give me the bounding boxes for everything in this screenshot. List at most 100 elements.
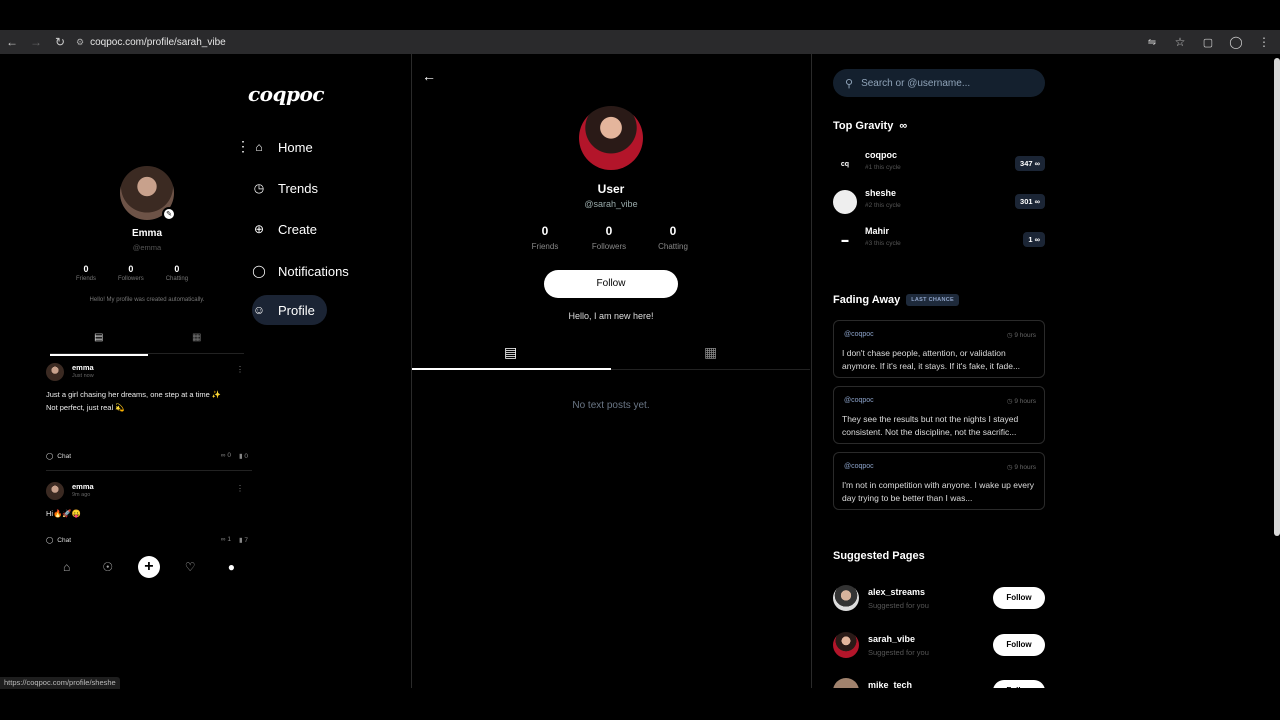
nav-item-profile[interactable]: ☺ Profile: [252, 295, 327, 325]
media-tab-icon[interactable]: ▦: [704, 344, 717, 361]
gravity-name[interactable]: sheshe: [865, 188, 896, 198]
list-item[interactable]: mike_tech Follow: [833, 678, 1045, 688]
fading-post-card[interactable]: @coqpoc ◷ 9 hours I don't chase people, …: [833, 320, 1045, 378]
stat-followers[interactable]: 0 Followers: [118, 264, 144, 282]
avatar[interactable]: [833, 632, 859, 658]
stat-chatting[interactable]: 0 Chatting: [655, 224, 691, 251]
bookmark-star-icon[interactable]: ☆: [1168, 30, 1192, 54]
stat-label: Chatting: [165, 276, 189, 282]
home-icon[interactable]: ⌂: [56, 556, 78, 578]
follow-button[interactable]: Follow: [544, 270, 678, 298]
status-url: https://coqpoc.com/profile/sheshe: [0, 677, 120, 689]
section-title: Suggested Pages: [833, 550, 925, 562]
site-settings-icon[interactable]: ⚙: [76, 37, 84, 48]
extensions-icon[interactable]: ▢: [1196, 30, 1220, 54]
nav-item-create[interactable]: ⊕ Create: [252, 214, 317, 244]
browser-menu-icon[interactable]: ⋮: [1252, 30, 1276, 54]
avatar[interactable]: [833, 585, 859, 611]
text-posts-tab-icon[interactable]: ▤: [504, 344, 517, 361]
top-gravity-heading: Top Gravity ∞: [833, 120, 907, 132]
infinity-value: 0: [227, 452, 231, 459]
post-more-icon[interactable]: ⋮: [236, 484, 244, 493]
list-item[interactable]: ▬ Mahir #3 this cycle 1 ∞: [833, 224, 1045, 252]
scrollbar-thumb[interactable]: [1274, 58, 1280, 536]
create-plus-icon[interactable]: +: [137, 556, 160, 578]
reload-icon[interactable]: ↻: [48, 30, 72, 54]
back-arrow-icon[interactable]: ←: [0, 30, 24, 54]
infinity-icon: ∞: [899, 120, 908, 132]
stat-label: Friends: [76, 276, 97, 282]
forward-arrow-icon[interactable]: →: [24, 30, 48, 54]
avatar[interactable]: [46, 482, 64, 500]
list-item[interactable]: sarah_vibe Suggested for you Follow: [833, 632, 1045, 662]
card-handle[interactable]: @coqpoc: [844, 331, 874, 338]
list-item[interactable]: cq coqpoc #1 this cycle 347 ∞: [833, 148, 1045, 176]
profile-name: User: [597, 182, 625, 196]
stat-chatting[interactable]: 0 Chatting: [166, 264, 188, 282]
nav-item-trends[interactable]: ◷ Trends: [252, 173, 318, 203]
chat-button[interactable]: ◯ Chat: [46, 452, 71, 461]
back-arrow-icon[interactable]: ←: [422, 68, 436, 84]
suggested-name[interactable]: alex_streams: [868, 587, 925, 597]
compass-icon[interactable]: ☉: [97, 556, 119, 578]
notifications-icon: ◯: [252, 264, 266, 278]
post-text: Hi🔥🚀😛: [46, 509, 82, 518]
card-handle[interactable]: @coqpoc: [844, 397, 874, 404]
stat-friends[interactable]: 0 Friends: [76, 264, 96, 282]
app-logo[interactable]: coqpoc: [248, 82, 325, 106]
avatar[interactable]: [579, 106, 643, 170]
avatar[interactable]: [833, 190, 857, 214]
translate-icon[interactable]: ⇋: [1140, 30, 1164, 54]
gravity-name[interactable]: coqpoc: [865, 150, 897, 160]
infinity-count[interactable]: ∞ 0: [221, 452, 231, 460]
user-icon[interactable]: ●: [220, 556, 242, 578]
list-item[interactable]: emma Just now ⋮ Just a girl chasing her …: [46, 363, 250, 463]
suggested-name[interactable]: sarah_vibe: [868, 634, 915, 644]
gravity-rank: #1 this cycle: [865, 164, 901, 171]
card-text: I'm not in competition with anyone. I wa…: [842, 480, 1035, 503]
account-icon[interactable]: ◯: [1224, 30, 1248, 54]
infinity-count[interactable]: ∞ 1: [221, 536, 231, 544]
chat-button[interactable]: ◯ Chat: [46, 536, 71, 545]
section-title: Top Gravity: [833, 120, 894, 132]
avatar[interactable]: [833, 678, 859, 688]
stat-followers[interactable]: 0 Followers: [591, 224, 627, 251]
fading-post-card[interactable]: @coqpoc ◷ 9 hours They see the results b…: [833, 386, 1045, 444]
nav-item-notifications[interactable]: ◯ Notifications: [252, 256, 349, 286]
follow-button[interactable]: Follow: [993, 680, 1045, 688]
list-item[interactable]: sheshe #2 this cycle 301 ∞: [833, 186, 1045, 214]
list-item[interactable]: emma 9m ago ⋮ Hi🔥🚀😛 ◯ Chat ∞ 1 ▮ 7: [46, 482, 250, 552]
gravity-score: 1 ∞: [1023, 232, 1045, 247]
post-author[interactable]: emma: [72, 482, 94, 491]
suggested-name[interactable]: mike_tech: [868, 680, 912, 688]
gravity-name[interactable]: Mahir: [865, 226, 889, 236]
infinity-value: 1: [227, 536, 231, 543]
search-input[interactable]: ⚲ Search or @username...: [833, 69, 1045, 97]
list-item[interactable]: alex_streams Suggested for you Follow: [833, 585, 1045, 615]
follow-button[interactable]: Follow: [993, 587, 1045, 609]
avatar[interactable]: [46, 363, 64, 381]
heart-icon[interactable]: ♡: [179, 556, 201, 578]
views-count: ▮ 0: [239, 452, 248, 460]
avatar[interactable]: cq: [833, 152, 857, 176]
url-text[interactable]: coqpoc.com/profile/sarah_vibe: [90, 37, 226, 48]
address-bar[interactable]: ⚙ coqpoc.com/profile/sarah_vibe: [76, 30, 226, 54]
profile-icon: ☺: [252, 303, 266, 317]
avatar[interactable]: ✎: [120, 166, 176, 221]
media-tab-icon[interactable]: ▦: [192, 332, 201, 343]
card-handle[interactable]: @coqpoc: [844, 463, 874, 470]
post-more-icon[interactable]: ⋮: [236, 365, 244, 374]
text-posts-tab-icon[interactable]: ▤: [94, 332, 103, 343]
fading-post-card[interactable]: @coqpoc ◷ 9 hours I'm not in competition…: [833, 452, 1045, 510]
follow-button[interactable]: Follow: [993, 634, 1045, 656]
avatar[interactable]: ▬: [833, 228, 857, 252]
bottom-black-strip: [0, 688, 1280, 720]
post-author[interactable]: emma: [72, 363, 94, 372]
nav-item-home[interactable]: ⌂ Home: [252, 132, 312, 162]
stat-label: Friends: [531, 242, 559, 251]
more-menu-icon[interactable]: ⋮: [236, 138, 250, 155]
create-icon: ⊕: [253, 222, 265, 236]
gravity-rank: #3 this cycle: [865, 240, 901, 247]
stat-friends[interactable]: 0 Friends: [527, 224, 563, 251]
edit-pencil-icon[interactable]: ✎: [162, 207, 176, 221]
